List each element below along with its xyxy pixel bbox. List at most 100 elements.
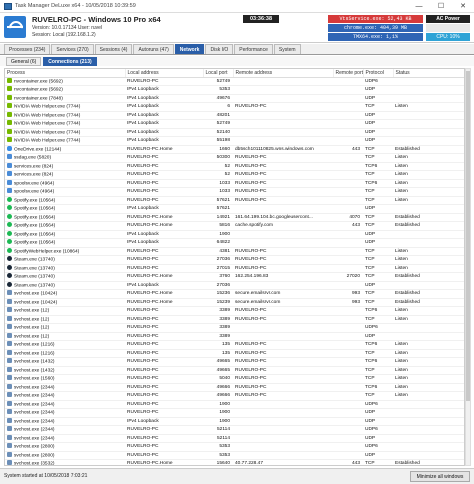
local-port-text: 57621 — [216, 206, 230, 212]
table-row[interactable]: svchost.exe (2344) RUVELRO-PC 52114 UDP6 — [5, 425, 464, 435]
process-text: Spotify.exe (10564) — [14, 240, 56, 246]
table-row[interactable]: NVIDIA Web Helper.exe (7744) IPv4 Loopbac… — [5, 102, 464, 112]
protocol-cell: UDP — [363, 281, 393, 290]
tab-network[interactable]: Network — [174, 44, 205, 54]
status-cell: Listen — [393, 179, 464, 188]
table-row[interactable]: nvcontainer.exe (5692) RUVELRO-PC 52749 UDP… — [5, 77, 464, 86]
local-address-text: RUVELRO-PC — [127, 257, 159, 263]
process-text: spoolsv.exe (4964) — [14, 181, 55, 186]
table-row[interactable]: svchost.exe (2344) RUVELRO-PC 49666 RUVELRO… — [5, 391, 464, 401]
tab-autoruns[interactable]: Autoruns (47) — [133, 44, 174, 54]
local-port-text: 14921 — [216, 214, 230, 220]
svchost-icon — [7, 315, 12, 321]
table-row[interactable]: svchost.exe (1432) RUVELRO-PC 49665 RUVELRO… — [5, 366, 464, 375]
remote-port-cell — [333, 306, 363, 316]
table-row[interactable]: svchost.exe (1432) RUVELRO-PC 49665 RUVELRO… — [5, 357, 464, 367]
process-text: NVIDIA Web Helper.exe (7744) — [14, 121, 81, 127]
table-row[interactable]: Steam.exe (13740) RUVELRO-PC.Home 3760 162.… — [5, 272, 464, 282]
table-row[interactable]: NVIDIA Web Helper.exe (7744) IPv4 Loopbac… — [5, 119, 464, 129]
table-row[interactable]: svchost.exe (12) RUVELRO-PC 3389 UDP6 — [5, 323, 464, 333]
column-process[interactable]: Process — [5, 69, 126, 78]
table-row[interactable]: svchost.exe (2800) RUVELRO-PC 5353 UDP6 — [5, 442, 464, 452]
table-row[interactable]: nvcontainer.exe (7848) IPv4 Loopback 49676… — [5, 94, 464, 103]
table-row[interactable]: SpotifyWebHelper.exe (10864) RUVELRO-PC 43… — [5, 247, 464, 256]
table-row[interactable]: svchost.exe (1216) RUVELRO-PC 135 RUVELRO-P… — [5, 340, 464, 350]
remote-port-cell — [333, 77, 363, 86]
table-row[interactable]: OneDrive.exe (12144) RUVELRO-PC.Home 1660 d… — [5, 145, 464, 154]
tab-disk-io[interactable]: Disk I/O — [205, 44, 234, 54]
table-row[interactable]: NVIDIA Web Helper.exe (7744) IPv4 Loopbac… — [5, 136, 464, 146]
column-remote-port[interactable]: Remote port — [333, 69, 364, 78]
remote-port-cell — [333, 349, 363, 358]
table-row[interactable]: Steam.exe (13740) RUVELRO-PC 27015 RUVELRO-… — [5, 264, 464, 273]
process-cell: svchost.exe (12) — [5, 315, 125, 324]
maximize-button[interactable]: ☐ — [430, 0, 452, 13]
scrollbar-thumb[interactable] — [466, 71, 470, 401]
table-row[interactable]: svchost.exe (1560) RUVELRO-PC 5040 RUVELRO-… — [5, 374, 464, 384]
tab-system[interactable]: System — [273, 44, 301, 54]
table-row[interactable]: svchost.exe (3532) RUVELRO-PC.Home 15640 40… — [5, 459, 464, 465]
table-row[interactable]: NVIDIA Web Helper.exe (7744) IPv4 Loopbac… — [5, 128, 464, 137]
ms-icon — [7, 188, 12, 193]
vertical-scrollbar[interactable] — [465, 68, 471, 466]
tab-performance[interactable]: Performance — [234, 44, 273, 54]
table-row[interactable]: svchost.exe (10424) RUVELRO-PC.Home 15236 s… — [5, 289, 464, 299]
column-local-port[interactable]: Local port — [203, 69, 234, 78]
steam-icon — [7, 281, 12, 287]
table-row[interactable]: svchost.exe (2344) IPv4 Loopback 1900 UDP — [5, 417, 464, 426]
table-row[interactable]: svchost.exe (2344) RUVELRO-PC 52114 UDP — [5, 434, 464, 443]
table-row[interactable]: svchost.exe (2344) RUVELRO-PC 1900 UDP — [5, 408, 464, 418]
metric-memory[interactable]: VtsService.exe: 52,43 KB — [328, 15, 423, 23]
tab-processes[interactable]: Processes (234) — [4, 44, 51, 54]
table-row[interactable]: svchost.exe (2344) RUVELRO-PC 1900 UDP6 — [5, 400, 464, 409]
process-text: NVIDIA Web Helper.exe (7744) — [14, 138, 81, 144]
table-row[interactable]: svchost.exe (12) RUVELRO-PC 3389 RUVELRO-PC… — [5, 315, 464, 324]
tab-sessions[interactable]: Sessions (4) — [94, 44, 133, 54]
table-row[interactable]: Spotify.exe (10564) RUVELRO-PC.Home 14921 1… — [5, 213, 464, 222]
process-cell: Steam.exe (13740) — [5, 255, 125, 265]
table-row[interactable]: ssdag.exe (5820) RUVELRO-PC 50300 RUVELRO-P… — [5, 153, 464, 163]
local-port-text: 49665 — [216, 359, 230, 365]
table-row[interactable]: services.exe (824) RUVELRO-PC 52 RUVELRO-PC… — [5, 170, 464, 180]
local-address-cell: RUVELRO-PC — [125, 332, 203, 341]
table-row[interactable]: svchost.exe (2800) RUVELRO-PC 5353 UDP — [5, 451, 464, 460]
status-text: Listen — [395, 384, 408, 390]
tab-services[interactable]: Services (270) — [51, 44, 94, 54]
status-cell — [393, 434, 464, 443]
table-row[interactable]: svchost.exe (12) RUVELRO-PC 3389 UDP — [5, 332, 464, 341]
table-row[interactable]: Spotify.exe (10564) IPv4 Loopback 1900 UDP — [5, 230, 464, 239]
metric-process[interactable]: chrome.exe: 404,39 MB — [328, 24, 423, 32]
table-row[interactable]: services.exe (824) RUVELRO-PC 52 RUVELRO-PC… — [5, 162, 464, 171]
remote-port-cell: 993 — [333, 289, 363, 299]
protocol-text: TCP6 — [365, 384, 378, 390]
local-address-text: IPv4 Loopback — [127, 138, 159, 144]
table-row[interactable]: nvcontainer.exe (5692) IPv4 Loopback 5353 U… — [5, 85, 464, 95]
subtab-general[interactable]: General (6) — [6, 57, 42, 66]
close-button[interactable]: ✕ — [452, 0, 474, 13]
column-status[interactable]: Status — [393, 69, 464, 78]
table-row[interactable]: Spotify.exe (10564) IPv4 Loopback 57621 UDP — [5, 204, 464, 214]
table-row[interactable]: svchost.exe (10424) RUVELRO-PC.Home 15239 s… — [5, 298, 464, 307]
table-row[interactable]: svchost.exe (12) RUVELRO-PC 3389 RUVELRO-PC… — [5, 306, 464, 316]
table-row[interactable]: Steam.exe (13740) IPv4 Loopback 27036 UDP — [5, 281, 464, 290]
metric-cpu-process[interactable]: TMX64.exe: 1,1% — [328, 33, 423, 41]
minimize-all-button[interactable]: Minimize all windows — [410, 471, 470, 482]
table-row[interactable]: spoolsv.exe (4964) RUVELRO-PC 1033 RUVELRO-… — [5, 179, 464, 188]
table-row[interactable]: Steam.exe (13740) RUVELRO-PC 27036 RUVELRO-… — [5, 255, 464, 265]
system-header: RUVELRO-PC - Windows 10 Pro x64 Version:… — [0, 13, 474, 43]
table-row[interactable]: Spotify.exe (10564) IPv4 Loopback 64822 UDP — [5, 238, 464, 248]
column-remote-address[interactable]: Remote address — [233, 69, 334, 78]
table-row[interactable]: svchost.exe (2344) RUVELRO-PC 49666 RUVELRO… — [5, 383, 464, 392]
table-row[interactable]: svchost.exe (1216) RUVELRO-PC 135 RUVELRO-P… — [5, 349, 464, 358]
column-local-address[interactable]: Local address — [125, 69, 204, 78]
table-row[interactable]: Spotify.exe (10564) RUVELRO-PC 57621 RUVELR… — [5, 196, 464, 205]
protocol-text: UDP — [365, 410, 376, 416]
column-protocol[interactable]: Protocol — [363, 69, 394, 78]
remote-address-cell: RUVELRO-PC — [233, 170, 333, 180]
minimize-button[interactable]: — — [408, 0, 430, 13]
table-row[interactable]: spoolsv.exe (4964) RUVELRO-PC 1033 RUVELRO-… — [5, 187, 464, 197]
table-row[interactable]: NVIDIA Web Helper.exe (7744) IPv4 Loopbac… — [5, 111, 464, 120]
subtab-connections[interactable]: Connections (213) — [43, 57, 97, 66]
protocol-text: TCP — [365, 248, 375, 254]
table-row[interactable]: Spotify.exe (10564) RUVELRO-PC.Home 5816 ca… — [5, 221, 464, 231]
